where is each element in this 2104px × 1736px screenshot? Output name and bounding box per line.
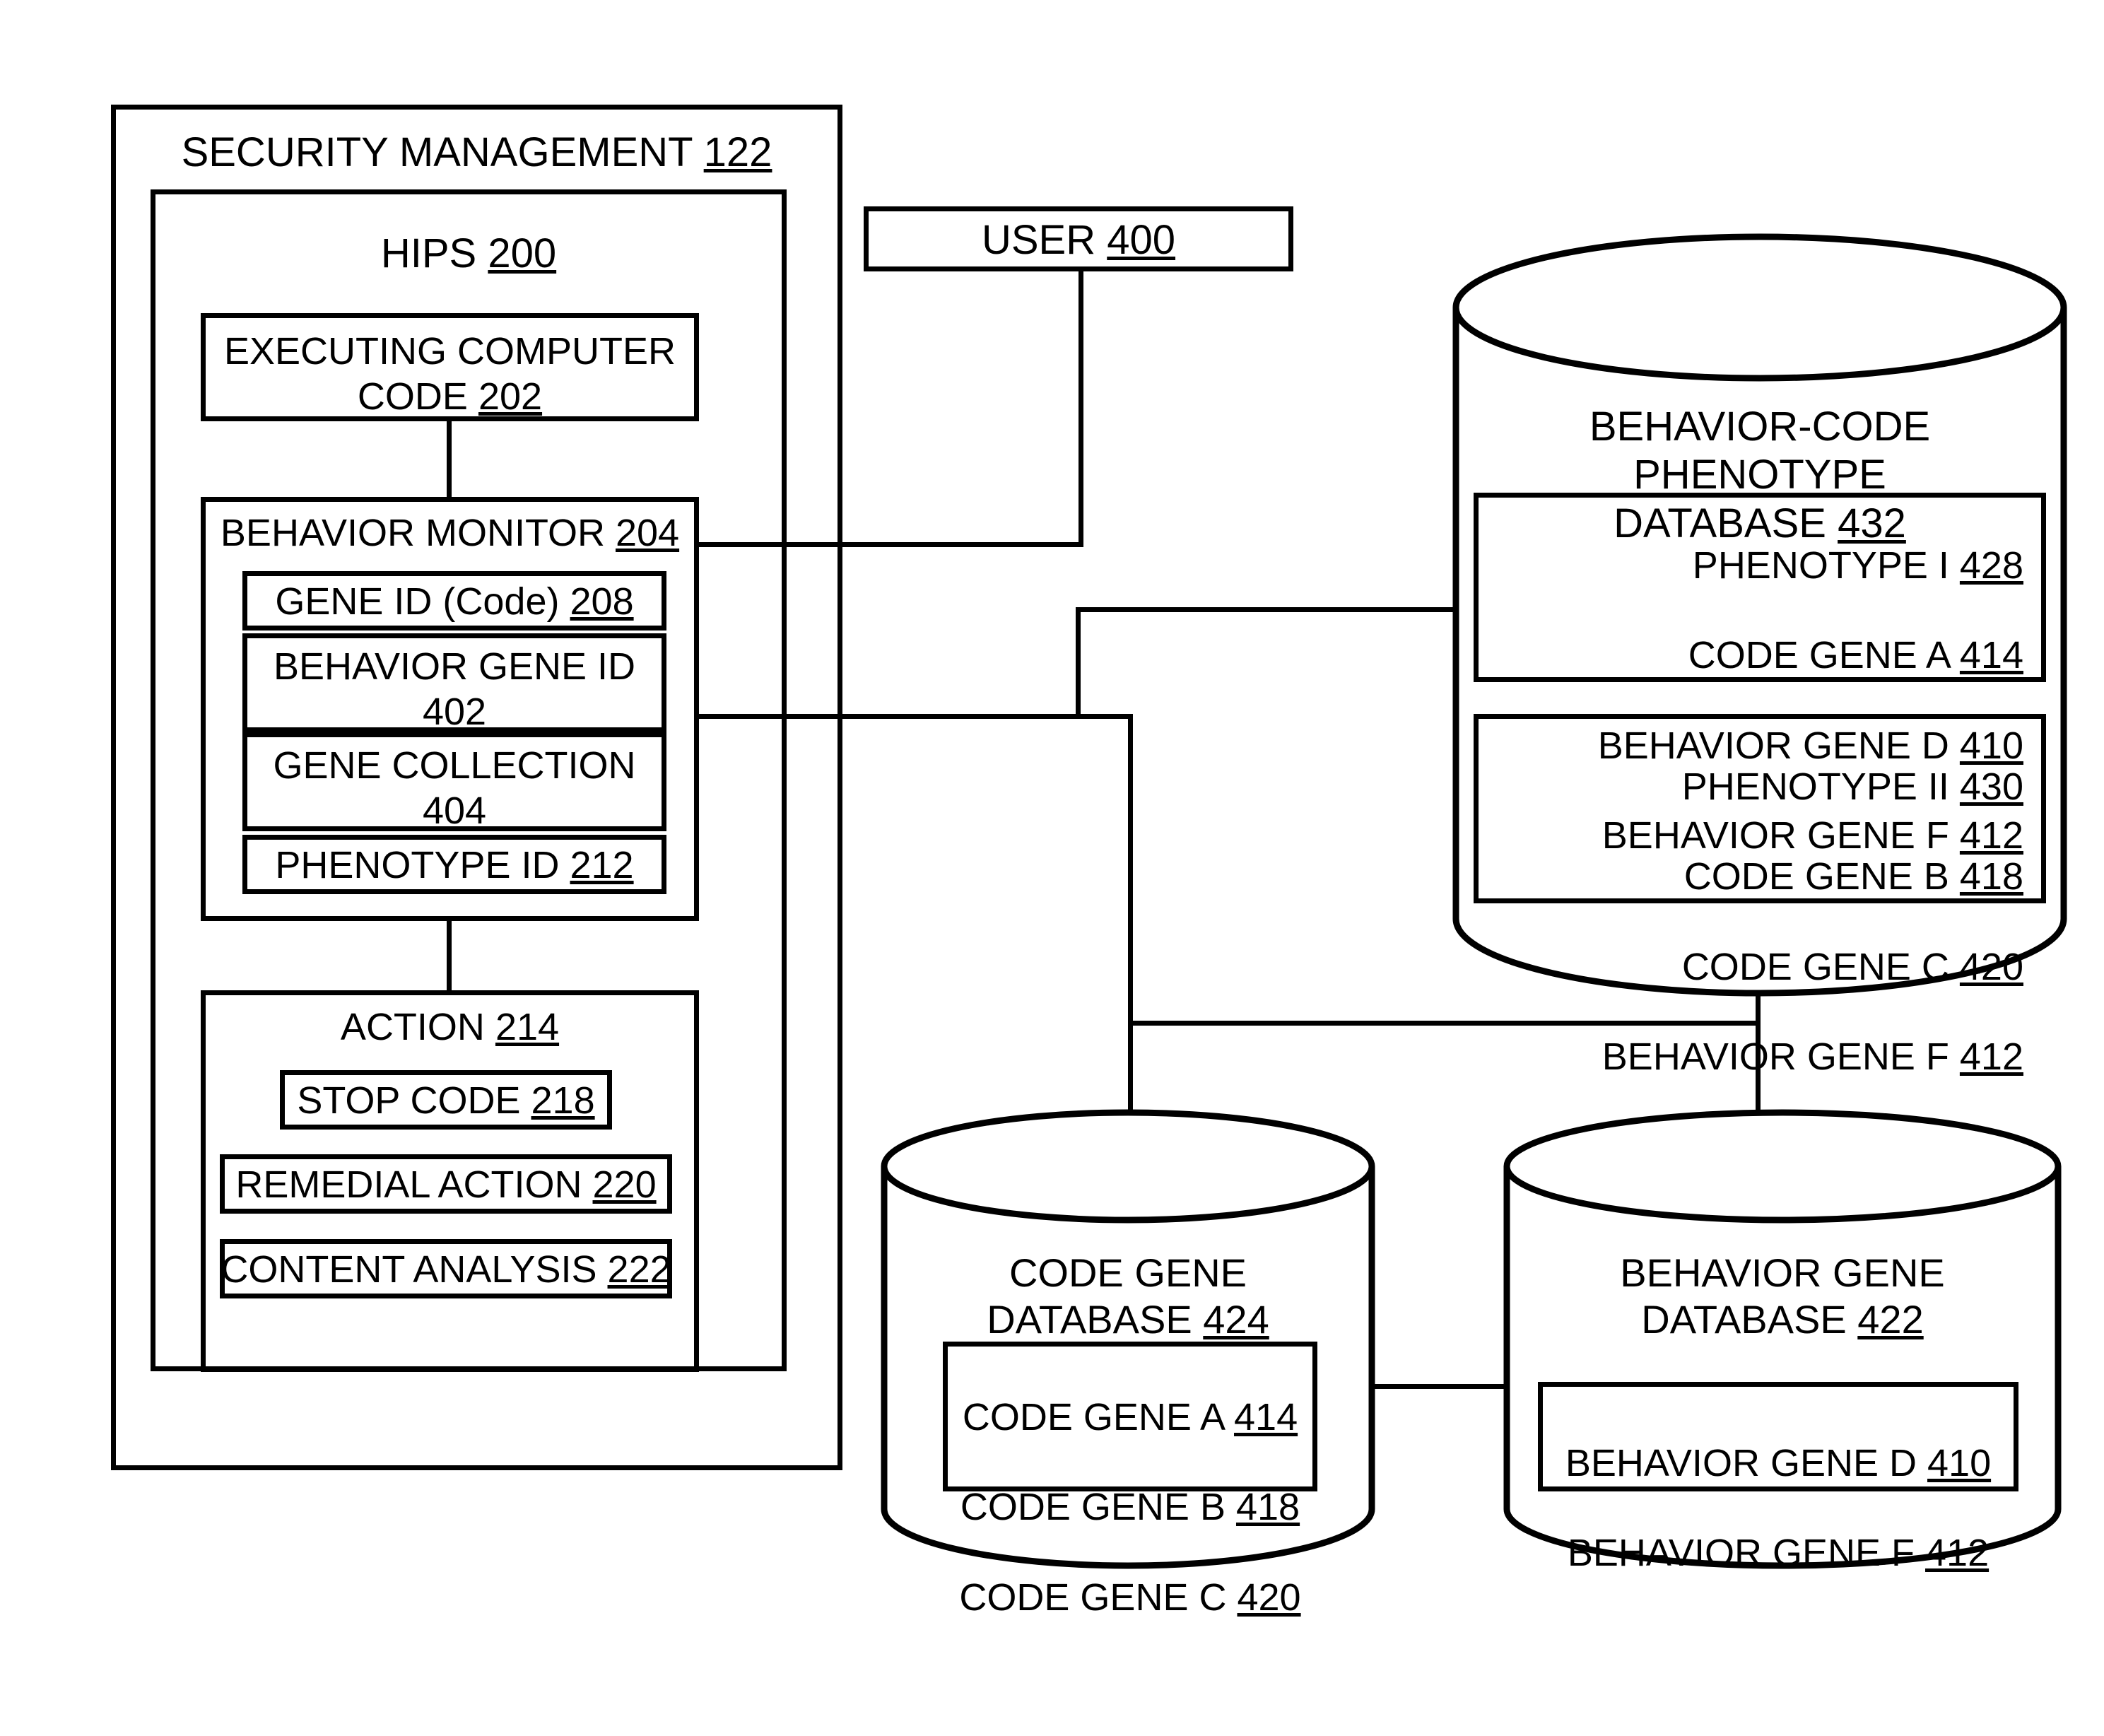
behavior-gene-id-ref: 402 — [422, 690, 487, 733]
behavior-gene-database-ref: 422 — [1857, 1297, 1924, 1342]
behavior-gene-database-rows: BEHAVIOR GENE D 410 BEHAVIOR GENE F 412 — [1565, 1441, 1992, 1575]
connector-user-vertical — [1079, 271, 1083, 547]
phenotype-ii-behavior-gene-f-ref: 412 — [1959, 1036, 2023, 1079]
connector-gene-id-horizontal — [699, 714, 1133, 719]
phenotype-ii-code-gene-c-ref: 420 — [1959, 945, 2023, 988]
behavior-gene-f-ref: 412 — [1925, 1532, 1990, 1575]
connector-phenotype-db-horizontal — [1076, 607, 1469, 612]
security-management-label: SECURITY MANAGEMENT 122 — [181, 129, 772, 175]
code-gene-database-rows: CODE GENE A 414 CODE GENE B 418 CODE GEN… — [959, 1395, 1301, 1619]
code-gene-database-title: CODE GENE DATABASE 424 — [987, 1250, 1269, 1342]
phenotype-i-ref: 428 — [1959, 544, 2023, 587]
remedial-action-ref: 220 — [592, 1163, 657, 1206]
stop-code-ref: 218 — [531, 1079, 595, 1122]
gene-id-code-label: GENE ID (Code) 208 — [275, 580, 634, 623]
action-ref: 214 — [495, 1006, 560, 1048]
user-ref: 400 — [1107, 217, 1176, 263]
phenotype-i-code-gene-a-ref: 414 — [1959, 634, 2023, 677]
behavior-gene-database-title: BEHAVIOR GENE DATABASE 422 — [1620, 1250, 1945, 1342]
code-gene-database-ref: 424 — [1203, 1297, 1269, 1342]
connector-code-to-monitor — [447, 421, 452, 497]
phenotype-ii-rows: PHENOTYPE II 430 CODE GENE B 418 CODE GE… — [1601, 765, 2023, 1079]
security-management-ref: 122 — [703, 129, 772, 175]
behavior-monitor-label: BEHAVIOR MONITOR 204 — [220, 512, 680, 554]
behavior-gene-id-label: BEHAVIOR GENE ID 402 — [273, 645, 636, 733]
code-gene-a-ref: 414 — [1234, 1395, 1298, 1438]
connector-monitor-to-user — [699, 542, 1083, 547]
user-label: USER 400 — [981, 217, 1176, 263]
code-gene-b-ref: 418 — [1235, 1486, 1300, 1529]
connector-phenotype-db-stub — [1076, 607, 1081, 717]
content-analysis-ref: 222 — [607, 1248, 671, 1291]
code-gene-c-ref: 420 — [1237, 1576, 1301, 1619]
executing-computer-code-label: EXECUTING COMPUTER CODE 202 — [223, 330, 676, 418]
remedial-action-label: REMEDIAL ACTION 220 — [235, 1163, 657, 1206]
content-analysis-label: CONTENT ANALYSIS 222 — [221, 1248, 671, 1291]
gene-collection-ref: 404 — [422, 789, 487, 832]
gene-collection-label: GENE COLLECTION 404 — [273, 744, 636, 832]
connector-code-to-behavior-db-horizontal — [1364, 1384, 1515, 1389]
phenotype-id-ref: 212 — [570, 844, 634, 886]
behavior-monitor-ref: 204 — [615, 512, 680, 554]
diagram-canvas: SECURITY MANAGEMENT 122 HIPS 200 EXECUTI… — [0, 0, 2104, 1736]
action-label: ACTION 214 — [340, 1006, 560, 1048]
hips-label: HIPS 200 — [380, 230, 557, 276]
stop-code-label: STOP CODE 218 — [297, 1079, 595, 1122]
connector-gene-id-vertical — [1128, 714, 1133, 1115]
connector-monitor-to-action — [447, 921, 452, 990]
executing-computer-code-ref: 202 — [478, 375, 543, 418]
phenotype-ii-ref: 430 — [1959, 765, 2023, 808]
phenotype-id-label: PHENOTYPE ID 212 — [275, 844, 634, 886]
phenotype-ii-code-gene-b-ref: 418 — [1959, 855, 2023, 898]
hips-ref: 200 — [488, 230, 557, 276]
gene-id-code-ref: 208 — [570, 580, 634, 623]
behavior-gene-d-ref: 410 — [1927, 1441, 1992, 1484]
